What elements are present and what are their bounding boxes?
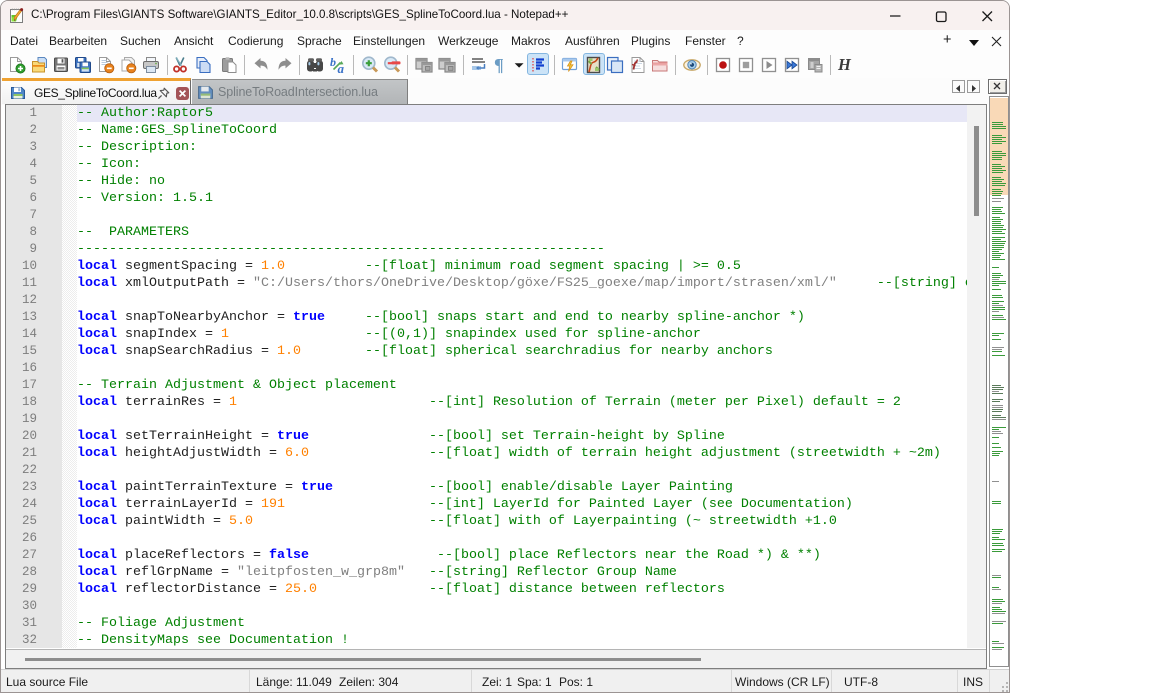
svg-text:H: H bbox=[837, 56, 852, 74]
svg-text:¶: ¶ bbox=[494, 56, 504, 74]
